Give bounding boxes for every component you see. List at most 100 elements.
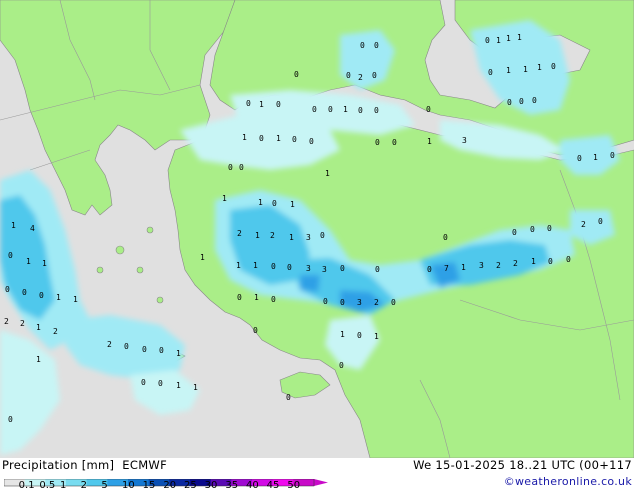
rain-value: 1 — [236, 261, 241, 270]
rain-value: 0 — [320, 231, 325, 240]
model-name: ECMWF — [122, 458, 168, 472]
legend-title-text: Precipitation [mm] — [2, 458, 115, 472]
rain-value: 1 — [289, 233, 294, 242]
rain-value: 1 — [255, 231, 260, 240]
rain-value: 0 — [259, 134, 264, 143]
rain-value: 1 — [258, 198, 263, 207]
rain-value: 2 — [107, 340, 112, 349]
rain-value: 1 — [523, 65, 528, 74]
aegean-island — [156, 296, 164, 304]
rain-value: 0 — [8, 415, 13, 424]
color-scale-tick: 5 — [101, 480, 108, 491]
color-scale-tick: 0.1 — [18, 480, 35, 491]
rain-value: 1 — [36, 323, 41, 332]
rain-value: 0 — [375, 265, 380, 274]
rain-value: 1 — [200, 253, 205, 262]
rain-value: 1 — [26, 257, 31, 266]
rain-value: 4 — [30, 224, 35, 233]
rain-value: 1 — [531, 257, 536, 266]
rain-value: 0 — [374, 106, 379, 115]
color-scale: 0.1 0.5 1 2 5 10 15 20 25 30 35 40 45 50 — [3, 473, 328, 491]
rain-value: 0 — [426, 105, 431, 114]
rain-value: 0 — [159, 346, 164, 355]
rain-value: 0 — [530, 225, 535, 234]
rain-value: 0 — [340, 264, 345, 273]
rain-value: 0 — [610, 151, 615, 160]
rain-value: 1 — [427, 137, 432, 146]
rain-value: 0 — [443, 233, 448, 242]
rain-value: 7 — [444, 264, 449, 273]
rain-value: 0 — [485, 36, 490, 45]
rain-value: 1 — [176, 381, 181, 390]
rain-value: 1 — [259, 100, 264, 109]
rain-value: 0 — [276, 100, 281, 109]
rain-value: 0 — [309, 137, 314, 146]
rain-value: 0 — [39, 291, 44, 300]
rain-value: 1 — [374, 332, 379, 341]
rain-value: 0 — [286, 393, 291, 402]
rain-value: 2 — [581, 220, 586, 229]
rain-value: 0 — [391, 298, 396, 307]
rain-value: 0 — [548, 257, 553, 266]
rain-value: 0 — [272, 199, 277, 208]
rain-value: 0 — [374, 41, 379, 50]
rain-value: 2 — [237, 229, 242, 238]
aegean-island — [136, 266, 144, 274]
rain-value: 0 — [427, 265, 432, 274]
rain-value: 1 — [496, 36, 501, 45]
rain-value: 1 — [56, 293, 61, 302]
rain-value: 0 — [375, 138, 380, 147]
rain-value: 3 — [357, 298, 362, 307]
color-bar-arrow — [314, 479, 328, 486]
rain-value: 0 — [124, 342, 129, 351]
rain-value: 0 — [566, 255, 571, 264]
rain-value: 1 — [340, 330, 345, 339]
rain-value: 0 — [271, 262, 276, 271]
rain-value: 0 — [253, 326, 258, 335]
color-scale-tick: 40 — [246, 480, 259, 491]
rain-value: 3 — [479, 261, 484, 270]
rain-value: 1 — [517, 33, 522, 42]
color-scale-tick: 25 — [184, 480, 197, 491]
rain-value: 1 — [254, 293, 259, 302]
rain-value: 1 — [253, 261, 258, 270]
rain-value: 2 — [53, 327, 58, 336]
rain-value: 0 — [142, 345, 147, 354]
rain-value: 2 — [4, 317, 9, 326]
rain-value: 0 — [519, 97, 524, 106]
rain-value: 0 — [339, 361, 344, 370]
rain-value: 0 — [323, 297, 328, 306]
rain-value: 0 — [141, 378, 146, 387]
credit-text: ©weatheronline.co.uk — [503, 475, 632, 488]
rain-value: 2 — [358, 73, 363, 82]
rain-value: 0 — [392, 138, 397, 147]
rain-value: 0 — [340, 298, 345, 307]
color-scale-tick: 1 — [60, 480, 67, 491]
rain-value: 0 — [358, 106, 363, 115]
rain-value: 0 — [8, 251, 13, 260]
rain-value: 0 — [598, 217, 603, 226]
rain-value: 0 — [357, 331, 362, 340]
rain-value: 1 — [11, 221, 16, 230]
color-scale-tick: 0.5 — [39, 480, 56, 491]
rain-value: 1 — [276, 134, 281, 143]
rain-value: 1 — [42, 259, 47, 268]
rain-value: 1 — [290, 200, 295, 209]
rain-value: 0 — [532, 96, 537, 105]
legend-title: Precipitation [mm] ECMWF — [2, 458, 167, 472]
rain-value: 0 — [292, 135, 297, 144]
rain-value: 2 — [513, 259, 518, 268]
rain-value: 0 — [551, 62, 556, 71]
rain-value: 0 — [228, 163, 233, 172]
rain-value: 0 — [237, 293, 242, 302]
color-scale-tick: 45 — [266, 480, 280, 491]
rain-value: 0 — [360, 41, 365, 50]
rain-value: 3 — [306, 233, 311, 242]
rain-value: 0 — [294, 70, 299, 79]
rain-value: 0 — [158, 379, 163, 388]
rain-value: 0 — [22, 288, 27, 297]
rain-area — [300, 275, 320, 292]
run-info: We 15-01-2025 18..21 UTC (00+117 — [413, 458, 632, 472]
rain-value: 2 — [270, 231, 275, 240]
rain-value: 0 — [488, 68, 493, 77]
